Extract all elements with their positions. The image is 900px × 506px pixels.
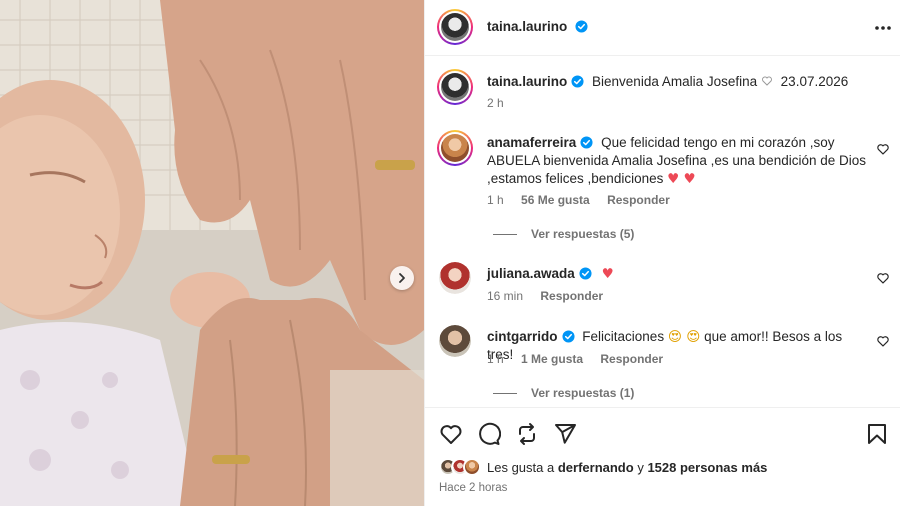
commenter-avatar[interactable] [439, 262, 471, 294]
heart-outline-icon[interactable] [439, 422, 463, 446]
next-photo-button[interactable] [390, 266, 414, 290]
verified-badge-icon [575, 20, 588, 33]
view-replies-button[interactable]: Ver respuestas (5) [493, 227, 634, 241]
send-paper-plane-icon[interactable] [553, 422, 577, 446]
chevron-right-icon [399, 273, 405, 283]
liker-avatars[interactable] [439, 458, 481, 476]
comment-like-heart-icon[interactable] [876, 142, 890, 156]
comment-text: juliana.awada ♥ [487, 265, 859, 283]
reply-button[interactable]: Responder [540, 289, 603, 303]
author-name-block: taina.laurino [487, 19, 588, 34]
likes-prefix: Les gusta a [487, 459, 555, 475]
comment-like-heart-icon[interactable] [876, 271, 890, 285]
verified-badge-icon [561, 330, 575, 343]
caption-username[interactable]: taina.laurino [487, 74, 567, 89]
comment-time: 1 h [487, 352, 504, 366]
comment-meta: 16 min Responder [487, 289, 617, 303]
comment-bubble-icon[interactable] [477, 422, 501, 446]
comment-meta: 1 h 56 Me gusta Responder [487, 193, 684, 207]
likes-mid: y [637, 459, 644, 475]
instagram-post-modal: taina.laurino taina.laurino Bienvenida A… [0, 0, 900, 506]
post-side-panel: taina.laurino taina.laurino Bienvenida A… [424, 0, 900, 506]
author-avatar[interactable] [437, 9, 473, 45]
caption-text: taina.laurino Bienvenida Amalia Josefina… [487, 73, 887, 91]
commenter-username[interactable]: anamaferreira [487, 135, 576, 150]
caption-body: Bienvenida Amalia Josefina [592, 74, 758, 89]
comment-meta: 1 h 1 Me gusta Responder [487, 352, 677, 366]
posted-time: Hace 2 horas [439, 482, 508, 494]
commenter-avatar[interactable] [439, 325, 471, 357]
heart-eyes-emoji: 😍 😍 [667, 329, 701, 345]
caption-author-avatar[interactable] [437, 69, 473, 105]
more-horizontal-icon[interactable] [873, 18, 893, 38]
post-action-bar [425, 407, 900, 457]
commenter-avatar[interactable] [437, 130, 473, 166]
bookmark-icon[interactable] [865, 422, 889, 446]
verified-badge-icon [579, 267, 592, 280]
commenter-username[interactable]: juliana.awada [487, 266, 575, 281]
caption-date: 23.07.2026 [780, 74, 849, 89]
reply-button[interactable]: Responder [600, 352, 663, 366]
repost-icon[interactable] [515, 422, 539, 446]
post-photo[interactable] [0, 0, 424, 506]
comment-body-start: Felicitaciones [582, 329, 665, 344]
red-heart-emoji: ♥ ♥ [667, 171, 696, 187]
liker-username[interactable]: derfernando [558, 460, 634, 475]
comment-time: 16 min [487, 289, 524, 303]
verified-badge-icon [580, 136, 593, 149]
commenter-username[interactable]: cintgarrido [487, 329, 558, 344]
likes-summary: Les gusta a derfernando y 1528 personas … [439, 458, 767, 476]
likes-count[interactable]: 1528 personas más [647, 460, 767, 475]
author-username[interactable]: taina.laurino [487, 19, 567, 34]
comment-like-heart-icon[interactable] [876, 334, 890, 348]
comment-likes[interactable]: 56 Me gusta [521, 193, 590, 207]
comment-likes[interactable]: 1 Me gusta [521, 352, 583, 366]
caption-time: 2 h [487, 96, 504, 110]
reply-button[interactable]: Responder [607, 193, 670, 207]
view-replies-button[interactable]: Ver respuestas (1) [493, 386, 634, 400]
white-heart-emoji-icon [761, 76, 772, 86]
post-header: taina.laurino [425, 0, 900, 56]
newborn-hands-photo [0, 0, 424, 506]
comment-time: 1 h [487, 193, 504, 207]
liker-avatar [463, 458, 481, 476]
comment-text: anamaferreira Que felicidad tengo en mi … [487, 134, 867, 188]
red-heart-emoji: ♥ [601, 266, 614, 282]
verified-badge-icon [571, 75, 584, 88]
